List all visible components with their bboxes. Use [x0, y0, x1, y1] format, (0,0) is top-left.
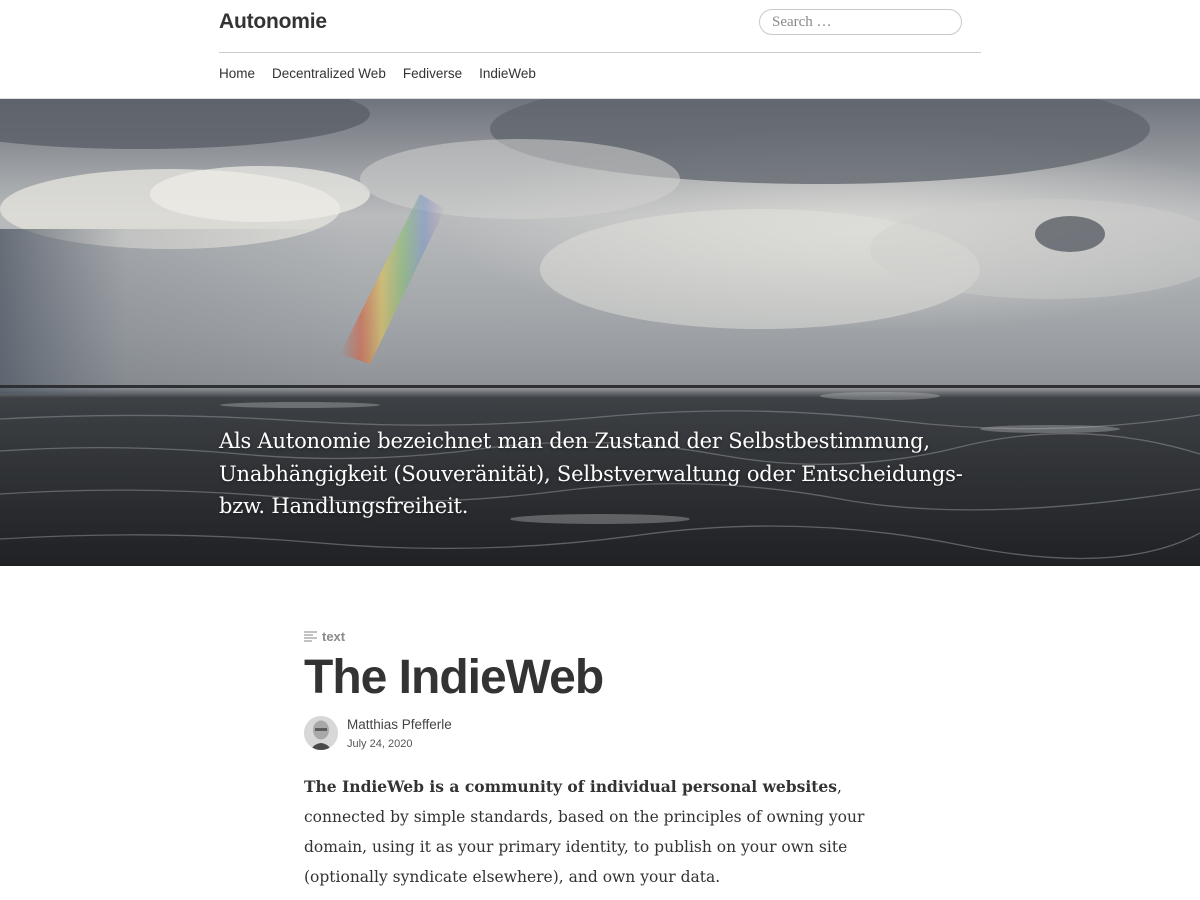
nav-item-home[interactable]: Home	[219, 66, 255, 81]
post-title[interactable]: The IndieWeb	[304, 650, 904, 706]
nav-item-fediverse[interactable]: Fediverse	[403, 66, 462, 81]
main-navigation: Home Decentralized Web Fediverse IndieWe…	[219, 66, 536, 81]
search-box[interactable]	[759, 9, 962, 35]
header-divider	[219, 52, 981, 53]
author-name[interactable]: Matthias Pfefferle	[347, 716, 452, 734]
post-byline: Matthias Pfefferle July 24, 2020	[304, 716, 452, 751]
site-header: Autonomie Home Decentralized Web Fediver…	[0, 0, 1200, 99]
post-intro-bold: The IndieWeb is a community of individua…	[304, 777, 837, 796]
site-description: Als Autonomie bezeichnet man den Zustand…	[219, 429, 963, 518]
post-format[interactable]: text	[304, 626, 904, 646]
header-hero: Als Autonomie bezeichnet man den Zustand…	[0, 99, 1200, 566]
nav-item-indieweb[interactable]: IndieWeb	[479, 66, 536, 81]
text-lines-icon	[304, 630, 317, 642]
site-title[interactable]: Autonomie	[219, 10, 327, 34]
avatar[interactable]	[304, 716, 338, 750]
post: text The IndieWeb Matthias Pfefferle Jul…	[304, 626, 904, 886]
search-input[interactable]	[772, 10, 952, 34]
nav-item-decentralized-web[interactable]: Decentralized Web	[272, 66, 386, 81]
author-meta: Matthias Pfefferle July 24, 2020	[347, 716, 452, 751]
post-format-label: text	[322, 628, 346, 644]
post-date[interactable]: July 24, 2020	[347, 737, 452, 751]
post-intro: The IndieWeb is a community of individua…	[304, 772, 894, 892]
